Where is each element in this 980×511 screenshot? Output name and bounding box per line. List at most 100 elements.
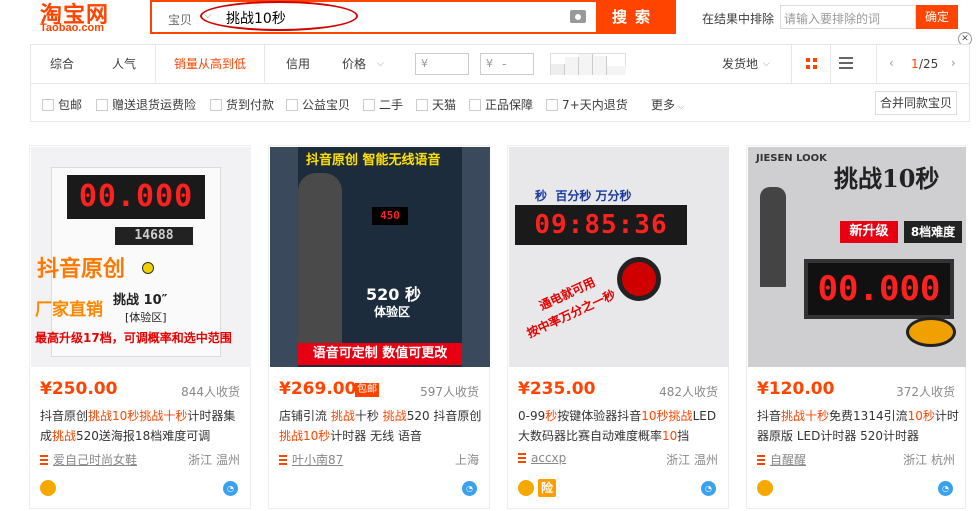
camera-icon[interactable] — [570, 10, 586, 23]
title-highlight: 挑战 — [88, 409, 113, 423]
next-page-icon[interactable]: › — [951, 56, 956, 70]
image-person — [298, 173, 342, 343]
title-text: 按键体验器抖音 — [557, 409, 642, 423]
product-sales: 372人收货 — [896, 385, 955, 399]
filter-free-shipping[interactable]: 包邮 — [42, 96, 82, 113]
title-text: 免费1314引流 — [829, 409, 908, 423]
image-caption: 挑战10秒 — [834, 164, 940, 193]
filter-return-insurance[interactable]: 赠送退货运费险 — [96, 96, 196, 113]
led-display-secondary: 14688 — [115, 227, 193, 245]
shop-link[interactable]: 爱自己时尚女鞋 — [40, 451, 137, 468]
title-highlight: 挑战 — [781, 409, 806, 423]
product-image[interactable]: 抖音原创 智能无线语音 450 520 秒 体验区 语音可定制 数值可更改 — [270, 147, 490, 367]
sort-tab-price-label: 价格 — [341, 57, 366, 71]
taobao-logo[interactable]: 淘宝网 Taobao.com — [38, 0, 128, 36]
logo-subtext: Taobao.com — [40, 22, 104, 34]
prev-page-icon[interactable]: ‹ — [889, 56, 894, 70]
sort-tab-default[interactable]: 综合 — [31, 45, 93, 83]
image-caption: 厂家直销 — [35, 300, 103, 320]
title-highlight: 挑战 — [139, 409, 164, 423]
price-min-input[interactable]: ¥ — [415, 53, 469, 75]
shop-name: accxp — [531, 451, 567, 465]
filter-cod[interactable]: 货到付款 — [210, 96, 274, 113]
wangwang-chat-icon[interactable]: ◔ — [223, 481, 238, 496]
title-text: 抖音 — [757, 409, 782, 423]
title-highlight: 挑战 — [668, 409, 693, 423]
filter-charity[interactable]: 公益宝贝 — [286, 96, 350, 113]
checkbox-icon — [286, 99, 298, 111]
image-button — [617, 257, 661, 301]
ship-from-filter[interactable]: 发货地 ⌵ — [711, 45, 779, 83]
title-text: 店铺引流 — [279, 409, 331, 423]
filter-second-hand[interactable]: 二手 — [363, 96, 403, 113]
exclude-label: 在结果中排除 — [702, 12, 775, 26]
title-highlight: 挑战 — [382, 409, 407, 423]
product-location: 浙江 温州 — [188, 453, 240, 467]
filter-label: 7+天内退货 — [562, 98, 628, 112]
title-highlight: 十秒 — [163, 409, 188, 423]
image-caption: [体验区] — [125, 311, 167, 324]
filter-tmall[interactable]: 天猫 — [416, 96, 456, 113]
image-caption: 抖音原创 智能无线语音 — [306, 153, 441, 168]
filter-7day-return[interactable]: 7+天内退货 — [546, 96, 628, 113]
price-range-histogram[interactable] — [550, 53, 626, 75]
sort-tab-popularity[interactable]: 人气 — [93, 45, 155, 83]
title-highlight: 挑战 — [279, 429, 304, 443]
wangwang-chat-icon[interactable]: ◔ — [938, 481, 953, 496]
shop-name: 叶小南87 — [292, 453, 344, 467]
merge-same-button[interactable]: 合并同款宝贝 — [875, 91, 957, 115]
product-card[interactable]: 00.000 14688 抖音原创 厂家直销 挑战 10″ [体验区] 最高升级… — [29, 145, 251, 509]
ship-from-label: 发货地 — [721, 57, 758, 71]
wangwang-chat-icon[interactable]: ◔ — [462, 481, 477, 496]
product-price: ¥235.00 — [518, 379, 596, 399]
filter-label: 货到付款 — [226, 98, 275, 112]
image-button — [906, 317, 956, 347]
search-button[interactable]: 搜索 — [596, 2, 674, 32]
price-max-input[interactable]: ¥ — [480, 53, 534, 75]
product-card[interactable]: JIESEN LOOK 挑战10秒 新升级 8档难度 00.000 ¥120.0… — [746, 145, 966, 509]
grid-view-icon[interactable] — [791, 45, 831, 83]
led-display: 09:85:36 — [515, 205, 687, 245]
gold-seller-icon[interactable] — [757, 480, 773, 496]
image-caption: 抖音原创 — [37, 257, 126, 282]
shop-link[interactable]: 自醒醒 — [757, 451, 806, 468]
exclude-confirm-button[interactable]: 确定 — [916, 5, 958, 29]
exclude-input[interactable]: 请输入要排除的词 — [780, 5, 916, 29]
image-caption: 新升级 — [840, 221, 898, 243]
product-card[interactable]: 秒 百分秒 万分秒 09:85:36 通电就可用 按中率万分之一秒 ¥235.0… — [507, 145, 729, 509]
product-card[interactable]: 抖音原创 智能无线语音 450 520 秒 体验区 语音可定制 数值可更改 ¥2… — [268, 145, 490, 509]
product-title[interactable]: 抖音原创挑战10秒挑战十秒计时器集成挑战520送海报18档难度可调 — [40, 406, 246, 446]
sort-bar: 综合 人气 销量从高到低 信用 价格 ⌵ ¥ - ¥ 发货地 ⌵ ‹ 1 /25… — [30, 44, 970, 84]
shop-link[interactable]: accxp — [518, 451, 566, 465]
product-image[interactable]: 秒 百分秒 万分秒 09:85:36 通电就可用 按中率万分之一秒 — [509, 147, 729, 367]
shop-link[interactable]: 叶小南87 — [279, 451, 343, 468]
product-title[interactable]: 抖音挑战十秒免费1314引流10秒计时器原版 LED计时器 520计时器 — [757, 406, 963, 446]
list-view-icon[interactable] — [839, 57, 853, 71]
filter-label: 二手 — [379, 98, 404, 112]
led-display: 00.000 — [67, 175, 205, 219]
pager: ‹ 1 /25 › — [876, 45, 970, 83]
title-text: 计时器 无线 语音 — [330, 429, 422, 443]
product-location: 浙江 温州 — [666, 453, 718, 467]
checkbox-icon — [42, 99, 54, 111]
product-image[interactable]: JIESEN LOOK 挑战10秒 新升级 8档难度 00.000 — [748, 147, 966, 367]
product-location: 浙江 杭州 — [903, 453, 955, 467]
sort-tab-sales[interactable]: 销量从高到低 — [155, 45, 265, 83]
image-caption: 8档难度 — [904, 221, 962, 243]
product-image[interactable]: 00.000 14688 抖音原创 厂家直销 挑战 10″ [体验区] 最高升级… — [31, 147, 251, 367]
more-filters[interactable]: 更多 ⌵ — [651, 96, 685, 113]
product-title[interactable]: 店铺引流 挑战十秒 挑战520 抖音原创 挑战10秒计时器 无线 语音 — [279, 406, 485, 446]
gold-seller-icon[interactable] — [40, 480, 56, 496]
wangwang-chat-icon[interactable]: ◔ — [701, 481, 716, 496]
title-highlight: 十秒 — [805, 409, 830, 423]
gold-seller-icon[interactable] — [518, 480, 534, 496]
search-box: 宝贝 ⌵ 挑战10秒 搜索 — [150, 0, 676, 34]
search-type-selector[interactable]: 宝贝 — [168, 11, 192, 28]
product-title[interactable]: 0-99秒按键体验器抖音10秒挑战LED大数码器比赛自动难度概率10挡 — [518, 406, 724, 446]
sort-tab-price[interactable]: 价格 ⌵ — [331, 45, 387, 83]
title-text: 0-99 — [518, 409, 546, 423]
filter-genuine[interactable]: 正品保障 — [469, 96, 533, 113]
title-highlight: 挑战 — [52, 429, 77, 443]
xian-badge-icon[interactable]: 险 — [538, 479, 556, 497]
sort-tab-credit[interactable]: 信用 — [265, 45, 331, 83]
